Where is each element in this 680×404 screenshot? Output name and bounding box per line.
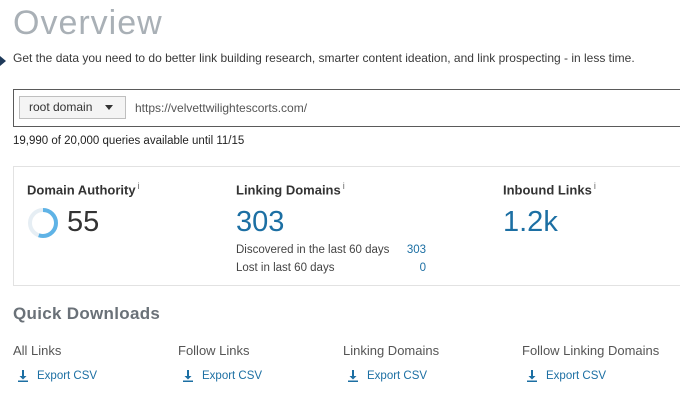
query-quota: 19,990 of 20,000 queries available until… <box>13 135 245 147</box>
domain-authority-value: 55 <box>67 206 100 238</box>
domain-authority-label: Domain Authority i <box>27 181 140 198</box>
lost-value[interactable]: 0 <box>384 262 426 274</box>
quick-downloads-title: Quick Downloads <box>13 304 161 323</box>
info-icon[interactable]: i <box>594 181 596 191</box>
download-icon <box>348 370 358 382</box>
lost-label: Lost in last 60 days <box>236 262 335 274</box>
chevron-down-icon <box>105 105 113 110</box>
download-follow-links: Follow Links Export CSV <box>178 343 262 382</box>
scope-dropdown-value: root domain <box>29 100 93 114</box>
download-heading: All Links <box>13 343 62 358</box>
download-icon <box>183 370 193 382</box>
linking-domains-label: Linking Domains i <box>236 181 345 198</box>
download-heading: Linking Domains <box>343 343 440 358</box>
page-title: Overview <box>13 4 163 42</box>
download-icon <box>18 370 28 382</box>
export-csv-button[interactable]: Export CSV <box>522 370 659 382</box>
inbound-links-value[interactable]: 1.2k <box>503 206 558 239</box>
export-csv-button[interactable]: Export CSV <box>343 370 439 382</box>
export-csv-button[interactable]: Export CSV <box>178 370 262 382</box>
intro-marker-icon <box>0 56 6 66</box>
discovered-value[interactable]: 303 <box>384 244 426 256</box>
page-subtitle: Get the data you need to do better link … <box>13 51 635 65</box>
download-linking-domains: Linking Domains Export CSV <box>343 343 439 382</box>
export-csv-button[interactable]: Export CSV <box>13 370 97 382</box>
discovered-label: Discovered in the last 60 days <box>236 244 390 256</box>
download-follow-linking-domains: Follow Linking Domains Export CSV <box>522 343 659 382</box>
metrics-card: Domain Authority i 55 Linking Domains i 30… <box>13 166 680 286</box>
info-icon[interactable]: i <box>343 181 345 191</box>
scope-dropdown[interactable]: root domain <box>19 96 126 119</box>
url-input[interactable] <box>135 98 655 118</box>
download-heading: Follow Links <box>178 343 250 358</box>
download-all-links: All Links Export CSV <box>13 343 97 382</box>
domain-search-bar: root domain <box>13 89 680 127</box>
inbound-links-label: Inbound Links i <box>503 181 596 198</box>
linking-domains-value[interactable]: 303 <box>236 206 284 239</box>
download-icon <box>527 370 537 382</box>
info-icon[interactable]: i <box>138 181 140 191</box>
download-heading: Follow Linking Domains <box>522 343 660 358</box>
domain-authority-ring <box>28 208 58 238</box>
